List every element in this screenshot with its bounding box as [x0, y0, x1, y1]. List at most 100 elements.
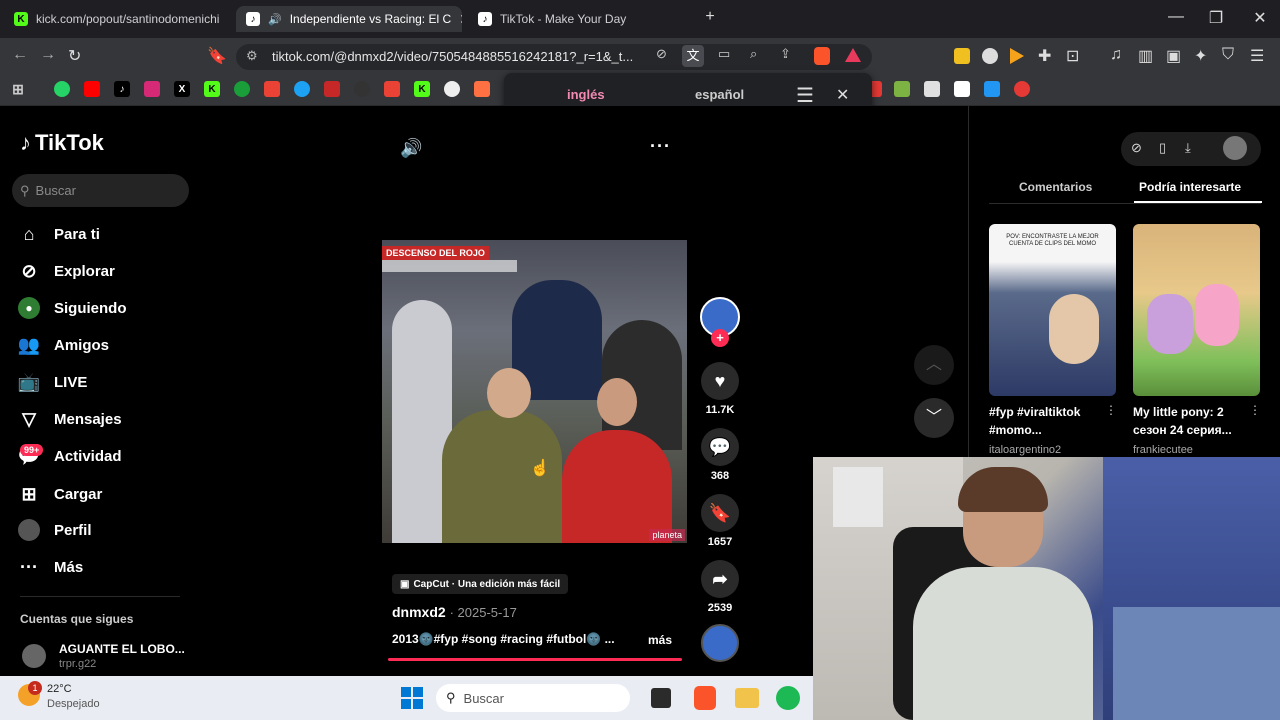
puzzle-icon[interactable]: ✚ [1038, 46, 1051, 66]
bookmark-icon[interactable] [384, 81, 400, 97]
bookmark-icon[interactable] [954, 81, 970, 97]
bookmark-icon[interactable] [984, 81, 1000, 97]
new-tab-button[interactable]: + [700, 8, 720, 26]
file-explorer-icon[interactable] [735, 688, 759, 708]
nav-siguiendo[interactable]: ● Siguiendo [18, 296, 127, 320]
whatsapp-icon[interactable] [54, 81, 70, 97]
spotify-icon[interactable] [776, 686, 800, 710]
download-icon[interactable]: ⤓ [1185, 140, 1191, 156]
more-vertical-icon[interactable]: ⋮ [1249, 403, 1261, 417]
site-settings-icon[interactable]: ⚙ [246, 48, 258, 64]
nav-amigos[interactable]: 👥 Amigos [18, 333, 109, 357]
bookmark-icon[interactable] [1014, 81, 1030, 97]
follow-plus-icon[interactable]: + [711, 329, 729, 347]
leo-icon[interactable]: ✦ [1194, 46, 1207, 66]
video-author[interactable]: dnmxd2 · 2025-5-17 [392, 604, 517, 620]
bookmark-icon[interactable] [234, 81, 250, 97]
bookmark-icon[interactable] [474, 81, 490, 97]
extension-icon[interactable] [954, 48, 970, 64]
lang-source-tab[interactable]: inglés [567, 87, 605, 102]
avatar[interactable] [22, 644, 46, 668]
instagram-icon[interactable] [144, 81, 160, 97]
music-icon[interactable]: ♫ [1110, 46, 1122, 64]
nav-para-ti[interactable]: ⌂ Para ti [18, 222, 100, 246]
recommendation-author[interactable]: frankiecutee [1133, 444, 1193, 456]
tiktok-bookmark-icon[interactable]: ♪ [114, 81, 130, 97]
no-tracking-icon[interactable]: ⊘ [656, 46, 667, 62]
like-button[interactable]: ♥ 11.7K [700, 362, 740, 416]
bookmark-icon[interactable]: 🔖 [207, 46, 227, 66]
mobile-icon[interactable]: ▯ [1159, 140, 1166, 156]
tab-podria-interesarte[interactable]: Podría interesarte [1139, 180, 1241, 194]
forward-icon[interactable]: → [40, 46, 56, 64]
extension-icon[interactable] [982, 48, 998, 64]
progress-bar[interactable] [388, 658, 682, 661]
sidebar-icon[interactable]: ▥ [1138, 46, 1153, 66]
capcut-badge[interactable]: ▣ CapCut · Una edición más fácil [392, 574, 569, 594]
tab-independiente[interactable]: ♪ 🔊 Independiente vs Racing: El C ✕ [236, 6, 462, 32]
gmail-icon[interactable] [264, 81, 280, 97]
screenshot-icon[interactable]: ⊡ [1066, 46, 1079, 66]
nav-perfil[interactable]: Perfil [18, 518, 92, 542]
recommendation-thumb[interactable]: POV: ENCONTRASTE LA MEJOR CUENTA DE CLIP… [989, 224, 1116, 396]
translate-icon[interactable]: 文 [682, 45, 704, 67]
weather-temp[interactable]: 22°C [47, 683, 72, 695]
save-button[interactable]: 🔖 1657 [700, 494, 740, 548]
nav-explorar[interactable]: ⊘ Explorar [18, 259, 114, 283]
taskbar-search[interactable]: ⚲ Buscar [436, 684, 630, 712]
more-vertical-icon[interactable]: ⋮ [1105, 403, 1117, 417]
youtube-icon[interactable] [84, 81, 100, 97]
recommendation-author[interactable]: italoargentino2 [989, 444, 1061, 456]
share-icon[interactable]: ⇪ [780, 46, 791, 62]
close-window-button[interactable]: ✕ [1250, 8, 1270, 28]
tab-kick[interactable]: K kick.com/popout/santinodomenichi [4, 6, 232, 32]
options-menu-icon[interactable]: ☰ [796, 83, 814, 108]
nav-live[interactable]: 📺 LIVE [18, 370, 88, 394]
brave-rewards-icon[interactable] [845, 48, 861, 62]
close-tab-icon[interactable]: ✕ [459, 11, 462, 28]
user-avatar[interactable] [1223, 136, 1247, 160]
previous-video-button[interactable]: ︿ [914, 345, 954, 385]
sound-disc-icon[interactable] [701, 624, 739, 662]
nav-cargar[interactable]: ⊞ Cargar [18, 482, 102, 506]
apps-icon[interactable]: ⊞ [10, 81, 26, 97]
brave-taskbar-icon[interactable] [694, 686, 716, 710]
address-bar[interactable]: ⚙ tiktok.com/@dnmxd2/video/7505484885516… [236, 44, 872, 70]
maximize-button[interactable]: ❐ [1206, 8, 1226, 28]
video-player[interactable]: DESCENSO DEL ROJO planeta ☝ [382, 240, 687, 543]
zoom-icon[interactable]: ⌕ [750, 46, 757, 62]
minimize-button[interactable]: — [1166, 8, 1186, 26]
tiktok-logo[interactable]: ♪ TikTok [20, 130, 104, 156]
bookmark-icon[interactable] [444, 81, 460, 97]
windows-start-icon[interactable] [401, 687, 423, 709]
bookmark-icon[interactable] [294, 81, 310, 97]
back-icon[interactable]: ← [12, 46, 28, 64]
reload-icon[interactable]: ↻ [68, 46, 81, 66]
following-account-name[interactable]: AGUANTE EL LOBO... [59, 642, 185, 656]
compass-icon[interactable]: ⊘ [1131, 140, 1142, 156]
tab-comentarios[interactable]: Comentarios [1019, 180, 1092, 194]
share-button[interactable]: ➦ 2539 [700, 560, 740, 614]
tab-tiktok[interactable]: ♪ TikTok - Make Your Day [468, 6, 688, 32]
x-icon[interactable]: X [174, 81, 190, 97]
lang-target-tab[interactable]: español [695, 87, 744, 102]
more-options-icon[interactable]: ··· [650, 136, 671, 157]
play-extension-icon[interactable] [1010, 48, 1024, 64]
kick-bookmark-icon[interactable]: K [414, 81, 430, 97]
bookmark-icon[interactable] [324, 81, 340, 97]
download-bookmark-icon[interactable] [894, 81, 910, 97]
volume-icon[interactable]: 🔊 [400, 138, 422, 159]
kick-bookmark-icon[interactable]: K [204, 81, 220, 97]
task-view-icon[interactable] [651, 688, 671, 708]
nav-mensajes[interactable]: ▽ Mensajes [18, 407, 121, 431]
recommendation-title[interactable]: #fyp #viraltiktok #momo... [989, 403, 1099, 439]
more-link[interactable]: más [648, 633, 672, 647]
recommendation-title[interactable]: My little pony: 2 сезон 24 серия... [1133, 403, 1243, 439]
bookmark-icon[interactable] [354, 81, 370, 97]
cast-icon[interactable]: ▭ [718, 46, 730, 62]
wallet-icon[interactable]: ▣ [1166, 46, 1181, 66]
recommendation-thumb[interactable] [1133, 224, 1260, 396]
search-input[interactable]: ⚲ Buscar [12, 174, 189, 207]
menu-icon[interactable]: ☰ [1250, 46, 1264, 66]
nav-mas[interactable]: ··· Más [18, 555, 83, 579]
